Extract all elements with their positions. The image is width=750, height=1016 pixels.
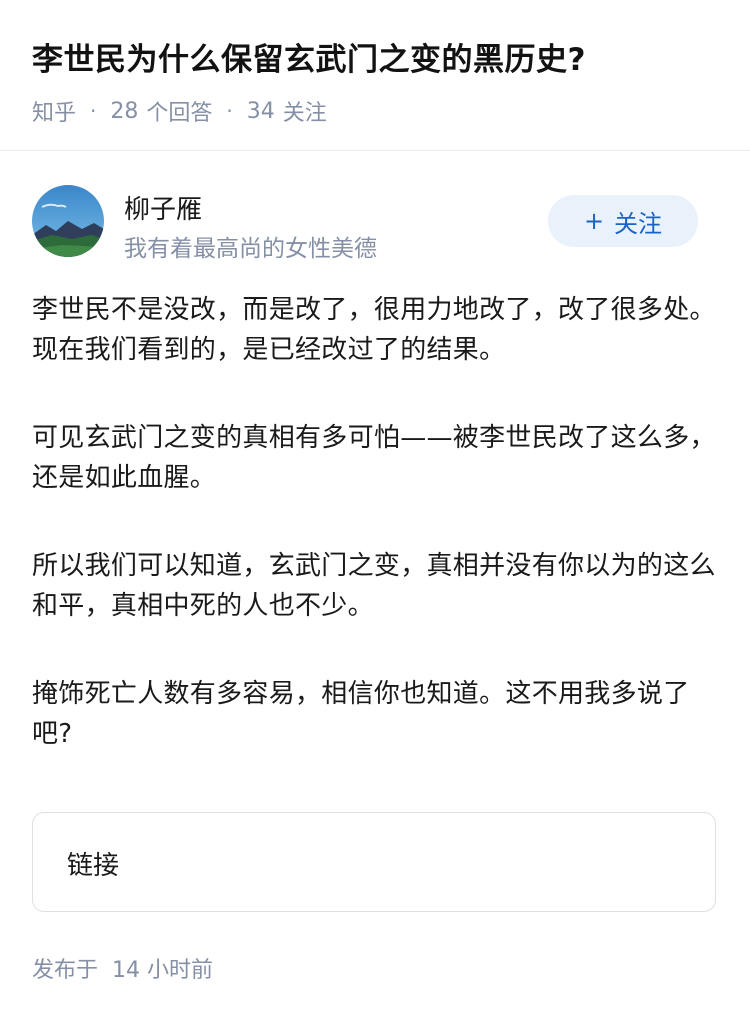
follower-count-label: 关注 [282,101,327,126]
author-row: 柳子雁 我有着最高尚的女性美德 + 关注 [32,185,718,262]
landscape-avatar-icon [32,185,104,257]
answer-paragraph: 可见玄武门之变的真相有多可怕——被李世民改了这么多，还是如此血腥。 [32,423,716,493]
answer-body: 李世民不是没改，而是改了，很用力地改了，改了很多处。现在我们看到的，是已经改过了… [32,290,718,802]
separator-dot: · [90,99,97,123]
answer-count: 28 [110,98,139,124]
source-label[interactable]: 知乎 [32,95,76,127]
follower-count: 34 [246,98,275,124]
link-card[interactable]: 链接 [32,812,716,912]
question-title[interactable]: 李世民为什么保留玄武门之变的黑历史? [32,34,586,79]
author-bio: 我有着最高尚的女性美德 [124,236,377,262]
author-name[interactable]: 柳子雁 [124,189,202,226]
answer-count-label: 个回答 [146,101,213,126]
separator-dot: · [226,99,233,123]
follow-button[interactable]: + 关注 [548,195,698,247]
answer-paragraph: 李世民不是没改，而是改了，很用力地改了，改了很多处。现在我们看到的，是已经改过了… [32,295,716,365]
question-meta: 知乎 · 28 个回答 · 34 关注 [32,95,327,127]
publish-time: 发布于 14 小时前 [32,952,213,984]
plus-icon: + [583,207,605,235]
publish-time-value: 14 小时前 [112,958,214,983]
answer-paragraph: 掩饰死亡人数有多容易，相信你也知道。这不用我多说了吧? [32,679,690,749]
answer-paragraph: 所以我们可以知道，玄武门之变，真相并没有你以为的这么和平，真相中死的人也不少。 [32,551,716,621]
avatar[interactable] [32,185,104,257]
question-header: 李世民为什么保留玄武门之变的黑历史? 知乎 · 28 个回答 · 34 关注 [0,0,750,151]
publish-prefix: 发布于 [32,958,99,983]
link-card-label: 链接 [67,851,120,881]
follow-button-label: 关注 [614,209,663,238]
